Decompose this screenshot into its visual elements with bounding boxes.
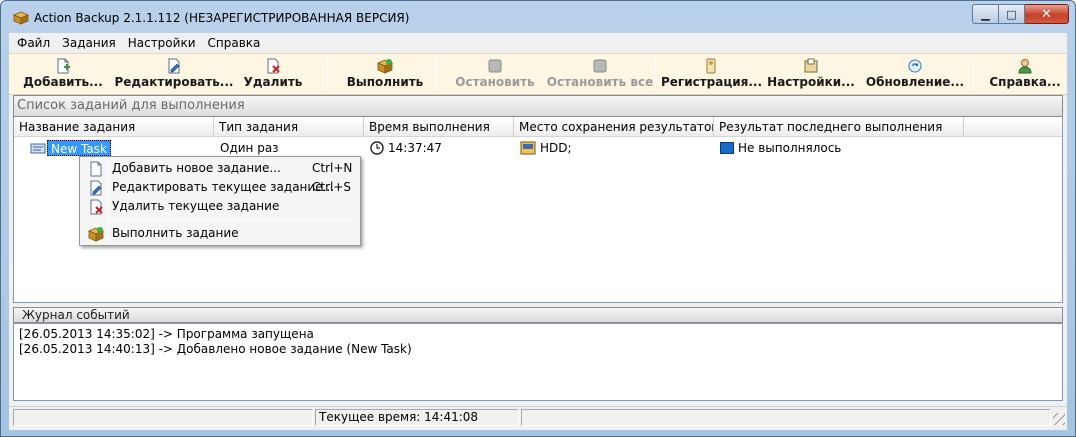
delete-label: Удалить bbox=[243, 75, 303, 89]
column-header-time[interactable]: Время выполнения bbox=[364, 117, 514, 137]
key-icon bbox=[706, 58, 716, 74]
app-window: Action Backup 2.1.1.112 (НЕЗАРЕГИСТРИРОВ… bbox=[0, 0, 1076, 437]
task-location-cell: HDD; bbox=[540, 141, 572, 155]
resize-grip[interactable] bbox=[1053, 413, 1065, 425]
minimize-button[interactable]: ▁ bbox=[972, 4, 999, 24]
run-box-icon bbox=[377, 59, 393, 74]
toolbar-separator bbox=[655, 58, 656, 90]
menu-item-label: Редактировать текущее задание... bbox=[112, 180, 335, 194]
event-log-title: Журнал событий bbox=[13, 307, 1063, 323]
register-button[interactable]: Регистрация... bbox=[661, 55, 763, 93]
menu-help[interactable]: Справка bbox=[202, 33, 267, 53]
settings-button[interactable]: Настройки... bbox=[767, 55, 855, 93]
status-square-icon bbox=[720, 142, 734, 154]
column-header-type[interactable]: Тип задания bbox=[214, 117, 364, 137]
stop-label: Остановить bbox=[455, 75, 535, 89]
edit-pencil-icon bbox=[168, 58, 180, 74]
edit-label: Редактировать... bbox=[114, 75, 234, 89]
hdd-icon bbox=[520, 141, 536, 155]
menu-separator bbox=[112, 219, 356, 220]
table-row[interactable]: New Task Один раз 14:37:47 HDD; Не выпол… bbox=[14, 138, 1062, 158]
status-current-time: Текущее время: 14:41:08 bbox=[315, 409, 519, 426]
task-icon bbox=[30, 143, 46, 154]
title-bar[interactable]: Action Backup 2.1.1.112 (НЕЗАРЕГИСТРИРОВ… bbox=[1, 1, 1075, 33]
stop-all-icon bbox=[593, 59, 607, 73]
close-button[interactable]: ✕ bbox=[1025, 4, 1069, 24]
task-type-cell: Один раз bbox=[220, 141, 279, 155]
log-line: [26.05.2013 14:40:13] -> Добавлено новое… bbox=[19, 342, 412, 356]
settings-label: Настройки... bbox=[767, 75, 855, 89]
stop-all-button[interactable]: Остановить все bbox=[545, 55, 655, 93]
stop-all-label: Остановить все bbox=[546, 75, 654, 89]
status-panel-empty bbox=[521, 409, 1051, 426]
menu-item-add-task[interactable]: Добавить новое задание... Ctrl+N bbox=[82, 159, 358, 178]
run-button[interactable]: Выполнить bbox=[345, 55, 425, 93]
window-title: Action Backup 2.1.1.112 (НЕЗАРЕГИСТРИРОВ… bbox=[34, 11, 410, 25]
log-line: [26.05.2013 14:35:02] -> Программа запущ… bbox=[19, 327, 314, 341]
user-help-icon bbox=[1018, 59, 1032, 74]
menu-settings[interactable]: Настройки bbox=[122, 33, 202, 53]
menu-item-shortcut: Ctrl+N bbox=[312, 161, 353, 175]
menu-item-delete-task[interactable]: Удалить текущее задание bbox=[82, 197, 358, 216]
stop-icon bbox=[488, 59, 502, 73]
menu-item-label: Удалить текущее задание bbox=[112, 199, 280, 213]
column-header-name[interactable]: Название задания bbox=[14, 117, 214, 137]
settings-box-icon bbox=[804, 58, 818, 73]
refresh-icon bbox=[908, 59, 922, 73]
delete-task-icon bbox=[90, 199, 103, 215]
menu-item-run-task[interactable]: Выполнить задание bbox=[82, 224, 358, 243]
run-task-icon bbox=[88, 227, 104, 242]
task-list-title: Список заданий для выполнения bbox=[13, 95, 1063, 117]
box-app-icon bbox=[13, 11, 29, 25]
status-bar: Текущее время: 14:41:08 bbox=[9, 406, 1067, 426]
toolbar-separator bbox=[327, 58, 328, 90]
status-panel-empty bbox=[13, 409, 313, 426]
event-log[interactable]: [26.05.2013 14:35:02] -> Программа запущ… bbox=[13, 323, 1063, 401]
task-name-cell[interactable]: New Task bbox=[47, 140, 111, 156]
help-button[interactable]: Справка... bbox=[985, 55, 1065, 93]
delete-document-icon bbox=[267, 58, 280, 74]
add-task-icon bbox=[90, 161, 102, 177]
help-label: Справка... bbox=[989, 75, 1061, 89]
toolbar: Добавить... Редактировать... Удалить Вып… bbox=[9, 53, 1067, 95]
task-result-cell: Не выполнялось bbox=[738, 141, 842, 155]
clock-icon bbox=[370, 141, 384, 155]
toolbar-separator bbox=[973, 58, 974, 90]
menu-tasks[interactable]: Задания bbox=[56, 33, 122, 53]
update-button[interactable]: Обновление... bbox=[865, 55, 965, 93]
maximize-button[interactable]: □ bbox=[999, 4, 1025, 24]
column-header-location[interactable]: Место сохранения результатов bbox=[514, 117, 714, 137]
delete-button[interactable]: Удалить bbox=[241, 55, 305, 93]
stop-button[interactable]: Остановить bbox=[445, 55, 545, 93]
column-header-result[interactable]: Результат последнего выполнения bbox=[714, 117, 964, 137]
column-headers: Название задания Тип задания Время выпол… bbox=[14, 117, 1062, 137]
toolbar-separator bbox=[435, 58, 436, 90]
menu-item-shortcut: Ctrl+S bbox=[312, 180, 352, 194]
edit-task-icon bbox=[90, 180, 102, 196]
add-document-icon bbox=[57, 58, 70, 74]
task-time-cell: 14:37:47 bbox=[388, 141, 442, 155]
menu-item-label: Добавить новое задание... bbox=[112, 161, 281, 175]
register-label: Регистрация... bbox=[661, 75, 763, 89]
edit-button[interactable]: Редактировать... bbox=[113, 55, 235, 93]
add-button[interactable]: Добавить... bbox=[19, 55, 107, 93]
update-label: Обновление... bbox=[865, 75, 965, 89]
run-label: Выполнить bbox=[346, 75, 424, 89]
menu-bar: Файл Задания Настройки Справка bbox=[9, 33, 1067, 53]
add-label: Добавить... bbox=[23, 75, 103, 89]
menu-item-label: Выполнить задание bbox=[112, 226, 239, 240]
menu-file[interactable]: Файл bbox=[9, 33, 56, 53]
context-menu: Добавить новое задание... Ctrl+N Редакти… bbox=[79, 156, 361, 246]
menu-item-edit-task[interactable]: Редактировать текущее задание... Ctrl+S bbox=[82, 178, 358, 197]
